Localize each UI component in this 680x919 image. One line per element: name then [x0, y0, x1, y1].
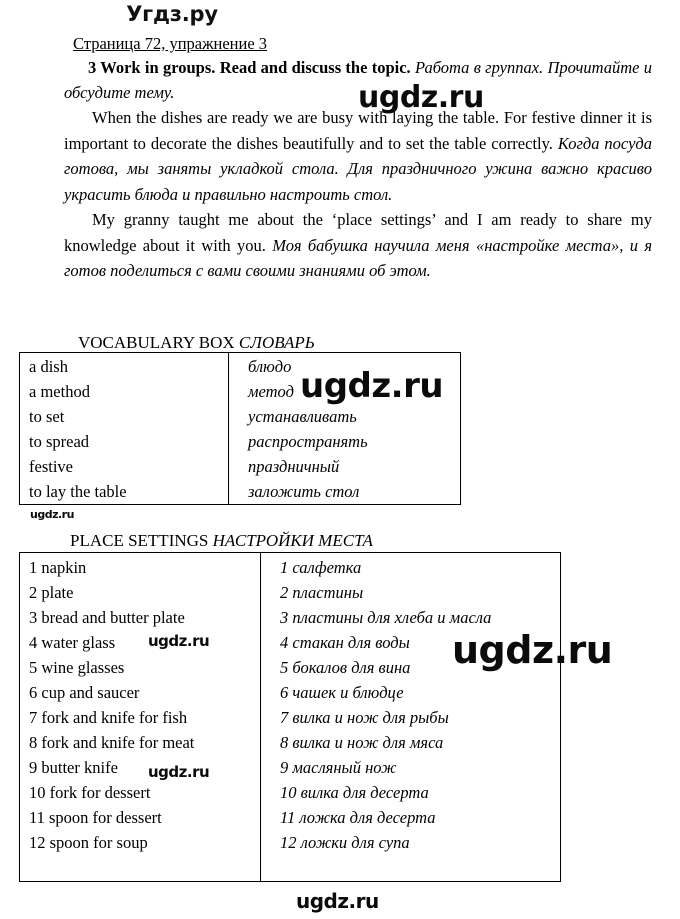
vocabulary-term: a method	[29, 382, 90, 401]
watermark-top: ugdz.ru	[358, 80, 484, 115]
place-settings-caption-ru: НАСТРОЙКИ МЕСТА	[212, 531, 373, 550]
vocabulary-term: to set	[29, 407, 65, 426]
place-setting-item: 11 spoon for dessert	[29, 808, 162, 827]
place-setting-translation: 7 вилка и нож для рыбы	[280, 708, 449, 727]
table-row: 8 fork and knife for meat 8 вилка и нож …	[19, 730, 561, 755]
place-setting-translation: 6 чашек и блюдце	[280, 683, 404, 702]
place-settings-table-body: 1 napkin 1 салфетка 2 plate 2 пластины 3…	[19, 555, 561, 855]
place-setting-item: 1 napkin	[29, 558, 87, 577]
place-setting-translation: 11 ложка для десерта	[280, 808, 436, 827]
table-row: to lay the table заложить стол	[19, 479, 461, 504]
table-row: 11 spoon for dessert 11 ложка для десерт…	[19, 805, 561, 830]
vocabulary-translation: устанавливать	[248, 407, 357, 426]
place-settings-table: 1 napkin 1 салфетка 2 plate 2 пластины 3…	[19, 555, 561, 855]
exercise-instruction-en: 3 Work in groups. Read and discuss the t…	[88, 58, 411, 77]
place-setting-translation: 1 салфетка	[280, 558, 362, 577]
vocabulary-translation: распространять	[248, 432, 368, 451]
place-settings-caption-en: PLACE SETTINGS	[70, 531, 209, 550]
vocabulary-term: to spread	[29, 432, 90, 451]
table-row: 2 plate 2 пластины	[19, 580, 561, 605]
text-content: 3 Work in groups. Read and discuss the t…	[64, 33, 652, 284]
table-row: festive праздничный	[19, 454, 461, 479]
vocabulary-translation: заложить стол	[248, 482, 360, 501]
table-row: 9 butter knife 9 масляный нож	[19, 755, 561, 780]
watermark-small-row-four: ugdz.ru	[148, 632, 210, 650]
place-setting-translation: 9 масляный нож	[280, 758, 397, 777]
place-setting-item: 5 wine glasses	[29, 658, 125, 677]
table-row: 7 fork and knife for fish 7 вилка и нож …	[19, 705, 561, 730]
place-setting-translation: 3 пластины для хлеба и масла	[280, 608, 492, 627]
vocabulary-box-caption: VOCABULARY BOX СЛОВАРЬ	[78, 332, 315, 354]
site-logo-header: Угдз.ру	[126, 2, 218, 26]
watermark-footer: ugdz.ru	[296, 889, 379, 913]
vocabulary-translation: праздничный	[248, 457, 340, 476]
table-row: 6 cup and saucer 6 чашек и блюдце	[19, 680, 561, 705]
vocabulary-term: a dish	[29, 357, 68, 376]
table-row: 10 fork for dessert 10 вилка для десерта	[19, 780, 561, 805]
place-setting-translation: 12 ложки для супа	[280, 833, 410, 852]
place-setting-item: 4 water glass	[29, 633, 116, 652]
vocabulary-caption-ru: СЛОВАРЬ	[238, 333, 315, 352]
paragraph-2: My granny taught me about the ‘place set…	[64, 207, 652, 284]
place-setting-translation: 2 пластины	[280, 583, 364, 602]
place-setting-item: 12 spoon for soup	[29, 833, 148, 852]
table-row: 1 napkin 1 салфетка	[19, 555, 561, 580]
table-row: 12 spoon for soup 12 ложки для супа	[19, 830, 561, 855]
document-page: Угдз.ру Страница 72, упражнение 3 3 Work…	[0, 0, 680, 919]
table-row: to set устанавливать	[19, 404, 461, 429]
table-row: 3 bread and butter plate 3 пластины для …	[19, 605, 561, 630]
paragraph-1: When the dishes are ready we are busy wi…	[64, 105, 652, 207]
place-setting-item: 8 fork and knife for meat	[29, 733, 195, 752]
place-setting-item: 3 bread and butter plate	[29, 608, 185, 627]
place-setting-item: 2 plate	[29, 583, 74, 602]
watermark-small-above-place-settings: ugdz.ru	[30, 508, 74, 521]
place-setting-item: 7 fork and knife for fish	[29, 708, 188, 727]
watermark-vocabulary: ugdz.ru	[300, 366, 444, 406]
place-settings-caption: PLACE SETTINGS НАСТРОЙКИ МЕСТА	[70, 530, 373, 552]
watermark-small-row-nine: ugdz.ru	[148, 763, 210, 781]
watermark-place-settings: ugdz.ru	[452, 628, 613, 672]
place-setting-item: 6 cup and saucer	[29, 683, 140, 702]
table-row: to spread распространять	[19, 429, 461, 454]
vocabulary-term: festive	[29, 457, 73, 476]
place-setting-translation: 8 вилка и нож для мяса	[280, 733, 444, 752]
place-setting-item: 10 fork for dessert	[29, 783, 151, 802]
vocabulary-term: to lay the table	[29, 482, 127, 501]
place-setting-item: 9 butter knife	[29, 758, 118, 777]
vocabulary-caption-en: VOCABULARY BOX	[78, 333, 235, 352]
place-setting-translation: 10 вилка для десерта	[280, 783, 429, 802]
